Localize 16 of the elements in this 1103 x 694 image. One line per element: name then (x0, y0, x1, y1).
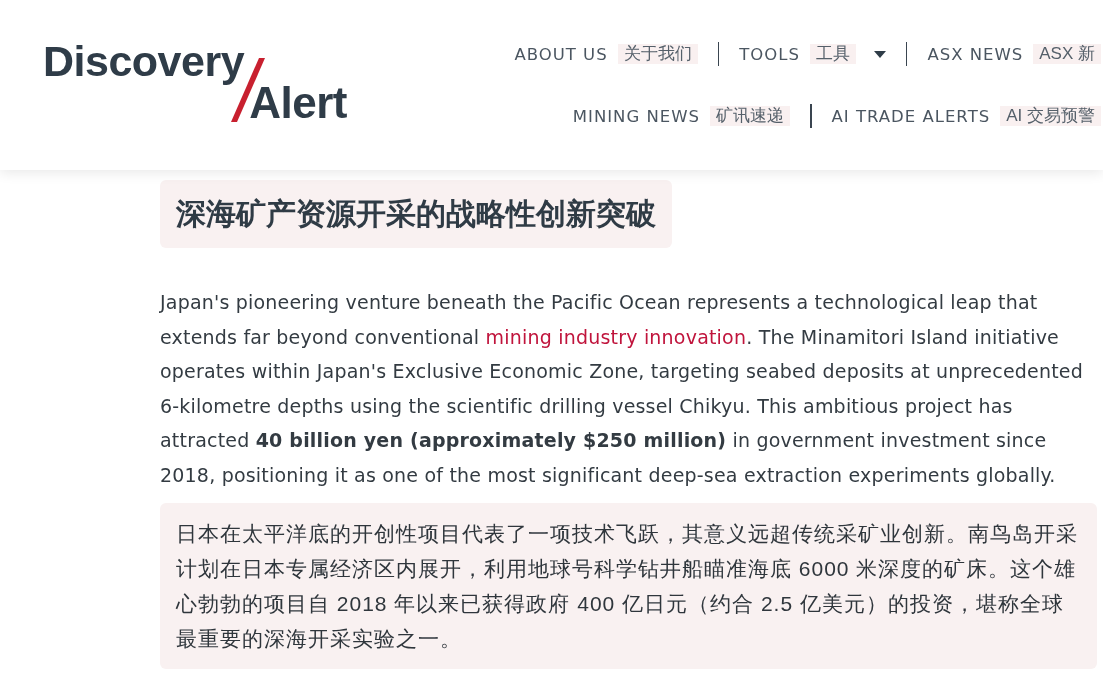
nav-link-translation[interactable]: 工具 (809, 44, 856, 64)
nav-link[interactable]: ASX NEWS (927, 44, 1024, 64)
nav-link-translation[interactable]: 矿讯速递 (710, 106, 791, 126)
logo-wordmark[interactable]: Alert (249, 82, 347, 124)
chinese-translation-paragraph: 日本在太平洋底的开创性项目代表了一项技术飞跃，其意义远超传统采矿业创新。南鸟岛开采计划在日本专属经济区内展开，利用地球号科学钻井船瞄准海底 6000 米深度的矿床。这个雄心勃勃的项目自 2018 年以来已获得政府 400 亿日元（约合 2.5 亿美元）的投资，堪称全球最重要的深海开采实验之一。 (160, 503, 1097, 669)
article-heading: 深海矿产资源开采的战略性创新突破 (160, 180, 672, 248)
nav-link-translation[interactable]: 关于我们 (617, 44, 698, 64)
caret-down-icon[interactable] (873, 50, 886, 58)
inline-link[interactable]: mining industry innovation (485, 325, 747, 348)
article-paragraph: Japan's pioneering venture beneath the Pacific Ocean represents a technological leap that extends far beyond conventional mining industry innovation. The Minamitori Island initiative operates within Japan's Exclusive Economic Zone, targeting seabed deposits at unprecedented 6-kilometre depths using the scientific drilling vessel Chikyu. This ambitious project has attracted 40 billion yen (approximately $250 million) in government investment since 2018, positioning it as one of the most significant deep-sea extraction experiments globally. (160, 290, 1084, 488)
nav-link[interactable]: AI TRADE ALERTS (831, 106, 991, 126)
nav-link[interactable]: TOOLS (739, 44, 800, 64)
nav-link-translation[interactable]: AI 交易预警 (1000, 106, 1101, 126)
nav-link-translation[interactable]: ASX 新 (1033, 44, 1101, 64)
nav-link[interactable]: ABOUT US (514, 44, 608, 64)
nav-link[interactable]: MINING NEWS (572, 106, 701, 126)
